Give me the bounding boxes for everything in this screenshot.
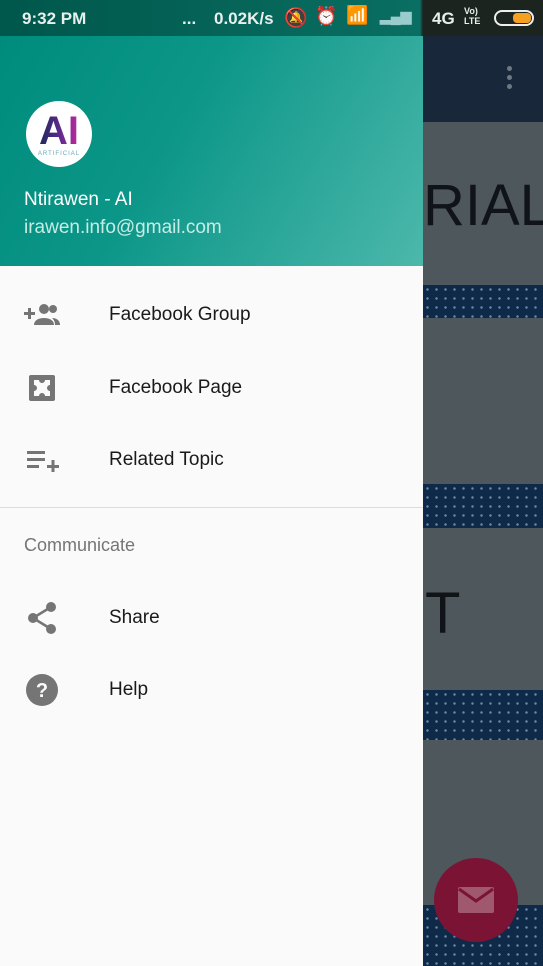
network-type: 4G	[432, 9, 455, 28]
volte-icon: Vo) LTE	[464, 6, 481, 26]
menu-item-related-topic[interactable]: Related Topic	[0, 424, 423, 496]
app-toolbar	[423, 36, 543, 122]
user-email: irawen.info@gmail.com	[24, 217, 222, 238]
divider	[0, 507, 423, 508]
avatar-caption: ARTIFICIAL	[37, 151, 81, 157]
wifi-icon: 📶	[346, 5, 369, 25]
menu-item-help[interactable]: ? Help	[0, 654, 423, 726]
menu-item-label: Facebook Page	[109, 377, 243, 398]
background-title: T	[425, 581, 461, 646]
playlist-add-icon	[24, 445, 60, 475]
mute-icon: 🔕	[284, 8, 308, 29]
overflow-menu-icon[interactable]	[507, 66, 513, 93]
menu-item-label: Related Topic	[109, 449, 224, 470]
signal-icon: ▂▄▆	[380, 8, 412, 24]
avatar[interactable]: AI ARTIFICIAL	[26, 101, 92, 167]
section-title: Communicate	[24, 535, 136, 555]
network-speed: 0.02K/s	[214, 9, 274, 28]
menu-item-facebook-group[interactable]: Facebook Group	[0, 279, 423, 351]
group-add-icon	[24, 300, 60, 330]
email-fab-button[interactable]	[434, 858, 518, 942]
background-image-strip	[423, 285, 543, 318]
menu-item-share[interactable]: Share	[0, 582, 423, 654]
mail-icon	[458, 887, 494, 913]
menu-item-label: Share	[109, 607, 160, 628]
help-icon: ?	[24, 674, 60, 706]
extension-icon	[24, 373, 60, 403]
battery-icon	[494, 10, 534, 26]
status-dots: ...	[182, 9, 197, 28]
svg-text:?: ?	[36, 680, 48, 702]
status-bar: 9:32 PM ... 0.02K/s 🔕 ⏰ 📶 ▂▄▆ 4G Vo) LTE	[0, 0, 543, 36]
avatar-logo-text: AI	[39, 109, 79, 153]
background-image-strip	[423, 484, 543, 528]
alarm-icon: ⏰	[315, 6, 338, 26]
menu-item-facebook-page[interactable]: Facebook Page	[0, 352, 423, 424]
status-time: 9:32 PM	[22, 9, 87, 28]
background-image-strip	[423, 690, 543, 740]
user-name: Ntirawen - AI	[24, 189, 133, 210]
navigation-drawer: AI ARTIFICIAL Ntirawen - AI irawen.info@…	[0, 0, 423, 966]
background-title: RIAL	[423, 173, 543, 238]
menu-item-label: Facebook Group	[109, 304, 251, 325]
background-content: RIAL T	[423, 0, 543, 966]
share-icon	[24, 602, 60, 634]
menu-item-label: Help	[109, 679, 149, 700]
